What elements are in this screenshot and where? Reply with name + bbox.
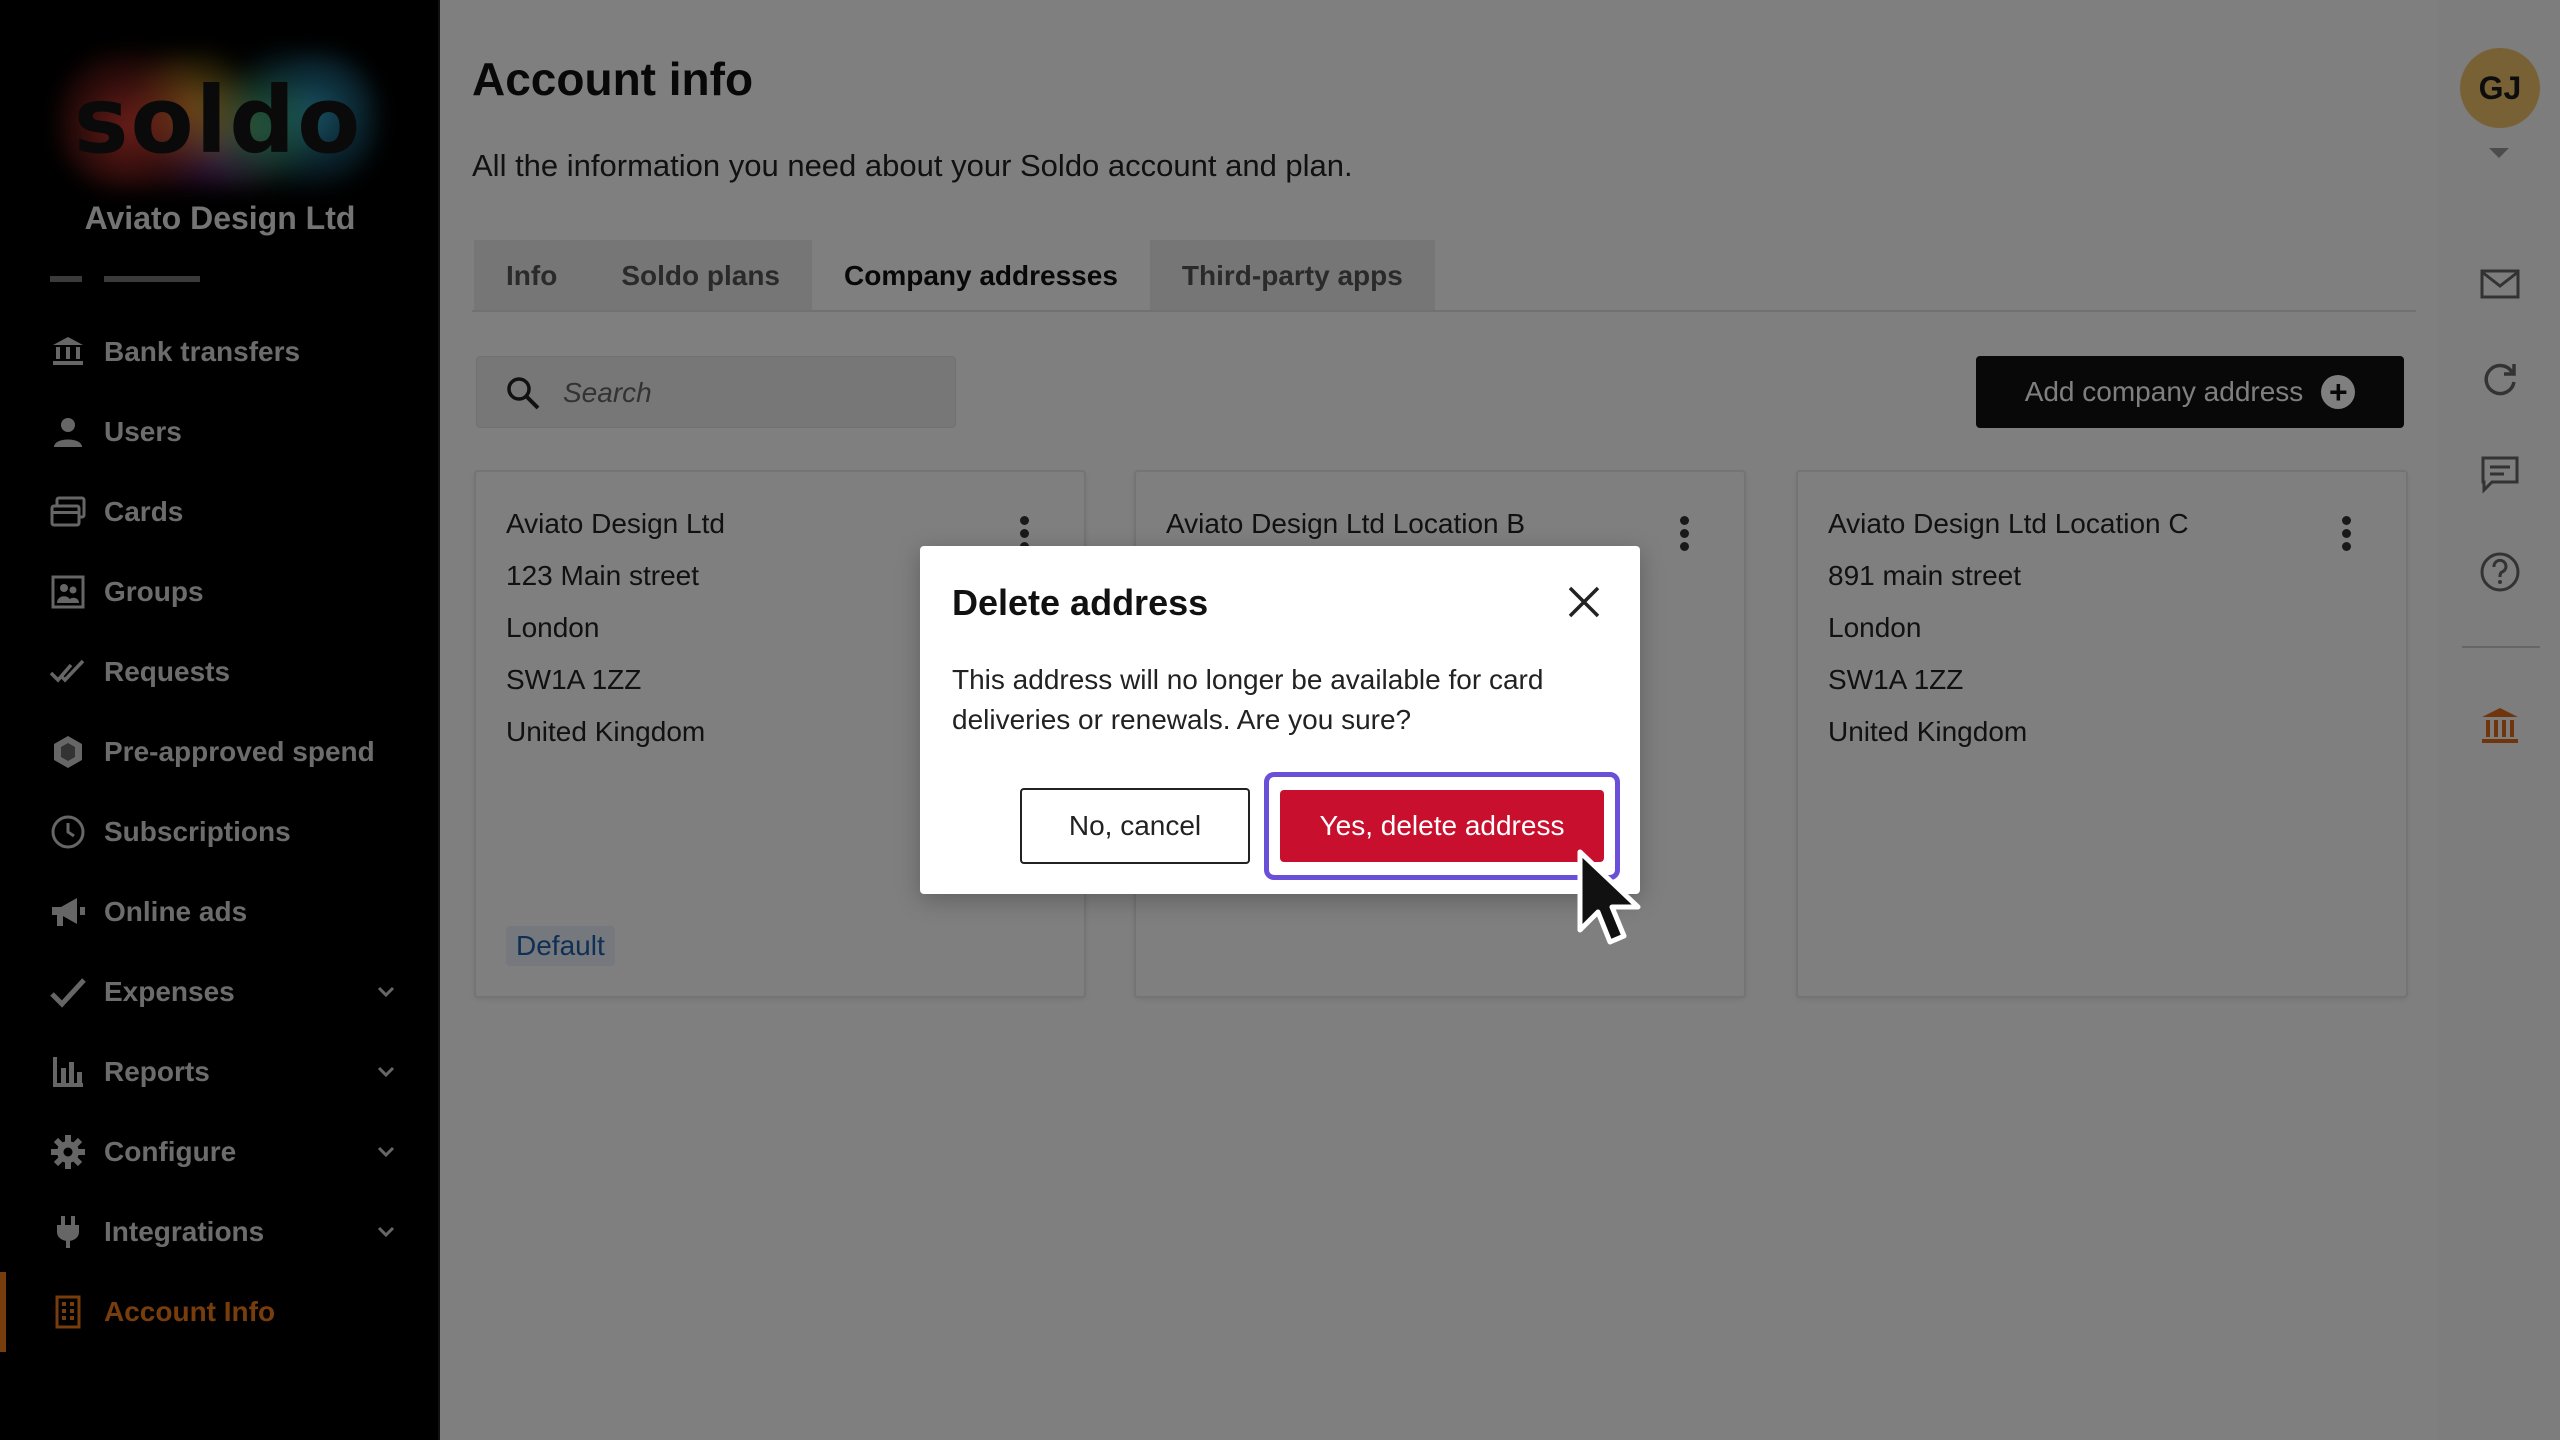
delete-address-dialog: Delete address This address will no long… <box>920 546 1640 894</box>
dialog-message: This address will no longer be available… <box>952 664 1544 735</box>
confirm-delete-button[interactable]: Yes, delete address <box>1280 790 1604 862</box>
mouse-cursor-icon <box>1577 849 1641 945</box>
close-icon[interactable] <box>1564 582 1604 622</box>
cancel-button[interactable]: No, cancel <box>1020 788 1250 864</box>
dialog-title: Delete address <box>952 582 1209 623</box>
